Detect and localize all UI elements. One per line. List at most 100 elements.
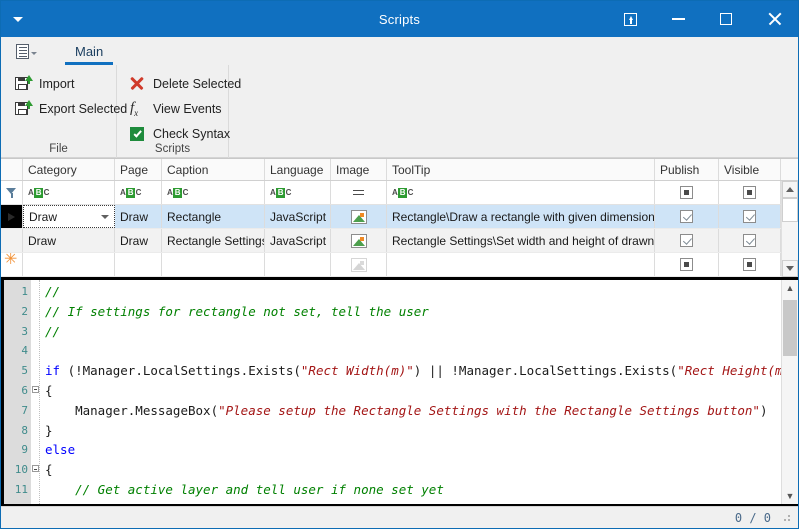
grid-vertical-scrollbar[interactable] bbox=[781, 181, 798, 277]
tab-main[interactable]: Main bbox=[65, 42, 114, 65]
delete-selected-button[interactable]: Delete Selected bbox=[125, 71, 241, 96]
cell-publish[interactable] bbox=[655, 253, 719, 276]
table-row[interactable]: Draw Draw Rectangle Settings JavaScript … bbox=[1, 229, 798, 253]
cell-image[interactable] bbox=[331, 253, 387, 276]
editor-vertical-scrollbar[interactable]: ▲ ▼ bbox=[781, 280, 798, 504]
scrollbar-thumb[interactable] bbox=[782, 198, 798, 222]
grid-filter-image[interactable] bbox=[331, 181, 387, 204]
scroll-up-button[interactable]: ▲ bbox=[782, 280, 798, 296]
cell-language[interactable]: JavaScript bbox=[265, 205, 331, 228]
code-fold-toggle-icon[interactable] bbox=[31, 385, 39, 393]
grid-filter-category[interactable]: ABC bbox=[23, 181, 115, 204]
code-line: { bbox=[45, 381, 798, 401]
export-selected-button[interactable]: Export Selected bbox=[11, 96, 127, 121]
grid-filter-publish[interactable] bbox=[655, 181, 719, 204]
scrollbar-thumb[interactable] bbox=[783, 300, 797, 356]
cell-language[interactable] bbox=[265, 253, 331, 276]
checkbox-checked[interactable] bbox=[680, 234, 693, 247]
grid-column-header-page[interactable]: Page bbox=[115, 159, 162, 180]
grid-filter-page[interactable]: ABC bbox=[115, 181, 162, 204]
scrollbar-track[interactable] bbox=[782, 296, 798, 488]
grid-column-header-publish[interactable]: Publish bbox=[655, 159, 719, 180]
code-text-area[interactable]: // // If settings for rectangle not set, … bbox=[40, 280, 798, 504]
ribbon-group-scripts: Delete Selected fx View Events Check Syn… bbox=[117, 65, 241, 158]
cell-image[interactable] bbox=[331, 205, 387, 228]
checkbox-checked[interactable] bbox=[743, 210, 756, 223]
cell-caption[interactable]: Rectangle bbox=[162, 205, 265, 228]
row-indicator-current[interactable] bbox=[1, 205, 23, 228]
fold-slot bbox=[31, 381, 39, 401]
cell-visible[interactable] bbox=[719, 205, 781, 228]
cell-language[interactable]: JavaScript bbox=[265, 229, 331, 252]
new-row-indicator[interactable] bbox=[1, 253, 23, 276]
scrollbar-track[interactable] bbox=[782, 222, 798, 260]
grid-filter-caption[interactable]: ABC bbox=[162, 181, 265, 204]
title-bar: Scripts bbox=[1, 1, 798, 37]
grid-filter-button[interactable] bbox=[1, 181, 23, 204]
new-row-star-icon bbox=[4, 253, 18, 271]
grid-filter-visible[interactable] bbox=[719, 181, 781, 204]
fold-slot bbox=[31, 401, 39, 421]
cell-visible[interactable] bbox=[719, 253, 781, 276]
cell-page[interactable] bbox=[115, 253, 162, 276]
table-row[interactable]: Draw Draw Rectangle JavaScript Rectangle… bbox=[1, 205, 798, 229]
checkbox-indeterminate[interactable] bbox=[743, 186, 756, 199]
grid-column-header-visible[interactable]: Visible bbox=[719, 159, 781, 180]
checkbox-indeterminate[interactable] bbox=[743, 258, 756, 271]
grid-column-header-tooltip[interactable]: ToolTip bbox=[387, 159, 655, 180]
cell-image[interactable] bbox=[331, 229, 387, 252]
grid-filter-tooltip[interactable]: ABC bbox=[387, 181, 655, 204]
application-menu-button[interactable] bbox=[9, 39, 43, 63]
grid-header-indicator bbox=[1, 159, 23, 180]
code-fold-toggle-icon[interactable] bbox=[31, 465, 39, 473]
checkbox-checked[interactable] bbox=[743, 234, 756, 247]
quick-access-toolbar-dropdown[interactable] bbox=[1, 1, 35, 37]
cell-visible[interactable] bbox=[719, 229, 781, 252]
cell-publish[interactable] bbox=[655, 229, 719, 252]
scroll-up-button[interactable] bbox=[782, 181, 798, 198]
maximize-icon bbox=[720, 13, 732, 25]
cell-category[interactable] bbox=[23, 253, 115, 276]
checkbox-indeterminate[interactable] bbox=[680, 186, 693, 199]
import-button[interactable]: Import bbox=[11, 71, 116, 96]
code-editor[interactable]: 12345678910111213141516 //// If settings… bbox=[1, 277, 798, 507]
cell-publish[interactable] bbox=[655, 205, 719, 228]
export-icon bbox=[15, 100, 33, 117]
code-folding-column[interactable] bbox=[31, 280, 40, 504]
grid-filter-language[interactable]: ABC bbox=[265, 181, 331, 204]
grid-column-header-language[interactable]: Language bbox=[265, 159, 331, 180]
cell-caption[interactable] bbox=[162, 253, 265, 276]
maximize-button[interactable] bbox=[702, 1, 750, 37]
scroll-down-button[interactable]: ▼ bbox=[782, 488, 798, 504]
scroll-down-button[interactable] bbox=[782, 260, 798, 277]
cell-caption[interactable]: Rectangle Settings bbox=[162, 229, 265, 252]
code-token: { bbox=[45, 382, 53, 398]
code-token: if bbox=[45, 363, 61, 379]
fold-slot bbox=[31, 302, 39, 322]
chevron-down-icon[interactable] bbox=[101, 214, 109, 219]
grid-column-header-caption[interactable]: Caption bbox=[162, 159, 265, 180]
ribbon-display-options-button[interactable] bbox=[606, 1, 654, 37]
minimize-button[interactable] bbox=[654, 1, 702, 37]
ribbon-groups: Import Export Selected File Delete Selec… bbox=[1, 65, 798, 158]
cell-page[interactable]: Draw bbox=[115, 229, 162, 252]
close-icon bbox=[767, 12, 781, 26]
grid-column-header-image[interactable]: Image bbox=[331, 159, 387, 180]
close-button[interactable] bbox=[750, 1, 798, 37]
grid-column-header-category[interactable]: Category bbox=[23, 159, 115, 180]
cell-tooltip[interactable]: Rectangle\Draw a rectangle with given di… bbox=[387, 205, 655, 228]
cell-tooltip[interactable] bbox=[387, 253, 655, 276]
checkbox-indeterminate[interactable] bbox=[680, 258, 693, 271]
cell-category[interactable]: Draw bbox=[23, 205, 115, 228]
code-token: else bbox=[45, 442, 76, 458]
cell-tooltip[interactable]: Rectangle Settings\Set width and height … bbox=[387, 229, 655, 252]
table-new-row[interactable] bbox=[1, 253, 798, 277]
cell-category[interactable]: Draw bbox=[23, 229, 115, 252]
row-indicator[interactable] bbox=[1, 229, 23, 252]
cell-page[interactable]: Draw bbox=[115, 205, 162, 228]
checkbox-checked[interactable] bbox=[680, 210, 693, 223]
view-events-button[interactable]: fx View Events bbox=[125, 96, 228, 121]
resize-grip-icon[interactable] bbox=[781, 512, 792, 523]
